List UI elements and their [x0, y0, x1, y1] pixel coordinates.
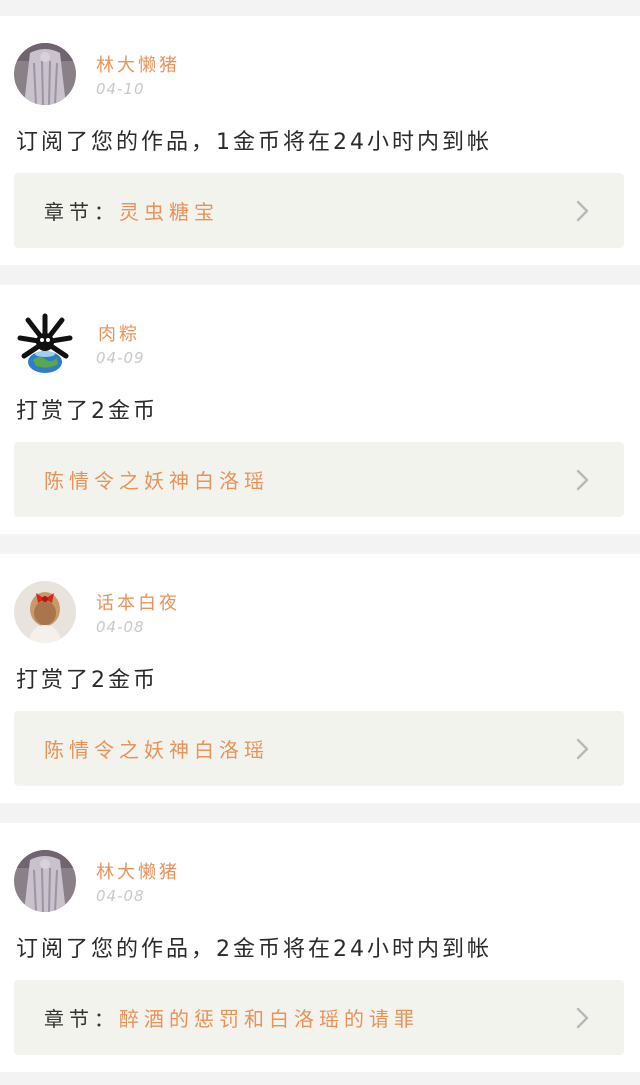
photo-gray-dress-icon[interactable]: [14, 850, 76, 912]
cartoon-earth-icon[interactable]: [14, 312, 76, 374]
message-text: 订阅了您的作品，2金币将在24小时内到帐: [16, 937, 492, 962]
chapter-link[interactable]: 章节：灵虫糖宝: [14, 173, 624, 248]
username[interactable]: 肉粽: [98, 320, 140, 346]
notification-card: 林大懒猪 04-10 订阅了您的作品，1金币将在24小时内到帐 章节：灵虫糖宝: [0, 16, 640, 265]
link-title: 陈情令之妖神白洛瑶: [44, 738, 269, 762]
work-link[interactable]: 陈情令之妖神白洛瑶: [14, 442, 624, 517]
message-text: 打赏了2金币: [16, 668, 158, 693]
link-prefix: 章节：: [44, 200, 119, 224]
photo-girl-red-bow-icon[interactable]: [14, 581, 76, 643]
link-text: 章节：灵虫糖宝: [44, 196, 219, 225]
card-header: 话本白夜 04-08: [14, 581, 614, 645]
link-title: 醉酒的惩罚和白洛瑶的请罪: [119, 1007, 419, 1031]
date: 04-09: [96, 349, 145, 367]
link-text: 章节：醉酒的惩罚和白洛瑶的请罪: [44, 1003, 419, 1032]
notification-card: 林大懒猪 04-08 订阅了您的作品，2金币将在24小时内到帐 章节：醉酒的惩罚…: [0, 823, 640, 1072]
date: 04-08: [96, 887, 145, 905]
work-link[interactable]: 陈情令之妖神白洛瑶: [14, 711, 624, 786]
chevron-right-icon: [576, 738, 589, 760]
username[interactable]: 话本白夜: [96, 589, 180, 615]
username[interactable]: 林大懒猪: [96, 858, 180, 884]
message-text: 打赏了2金币: [16, 399, 158, 424]
photo-gray-dress-icon[interactable]: [14, 43, 76, 105]
date: 04-10: [96, 80, 145, 98]
notification-card: 话本白夜 04-08 打赏了2金币 陈情令之妖神白洛瑶: [0, 554, 640, 803]
link-text: 陈情令之妖神白洛瑶: [44, 734, 269, 763]
card-header: 林大懒猪 04-08: [14, 850, 614, 914]
username[interactable]: 林大懒猪: [96, 51, 180, 77]
chapter-link[interactable]: 章节：醉酒的惩罚和白洛瑶的请罪: [14, 980, 624, 1055]
link-title: 陈情令之妖神白洛瑶: [44, 469, 269, 493]
chevron-right-icon: [576, 200, 589, 222]
card-header: 肉粽 04-09: [14, 312, 614, 376]
link-text: 陈情令之妖神白洛瑶: [44, 465, 269, 494]
link-prefix: 章节：: [44, 1007, 119, 1031]
card-header: 林大懒猪 04-10: [14, 43, 614, 107]
chevron-right-icon: [576, 1007, 589, 1029]
link-title: 灵虫糖宝: [119, 200, 219, 224]
date: 04-08: [96, 618, 145, 636]
message-text: 订阅了您的作品，1金币将在24小时内到帐: [16, 130, 492, 155]
notification-card: 肉粽 04-09 打赏了2金币 陈情令之妖神白洛瑶: [0, 285, 640, 534]
chevron-right-icon: [576, 469, 589, 491]
